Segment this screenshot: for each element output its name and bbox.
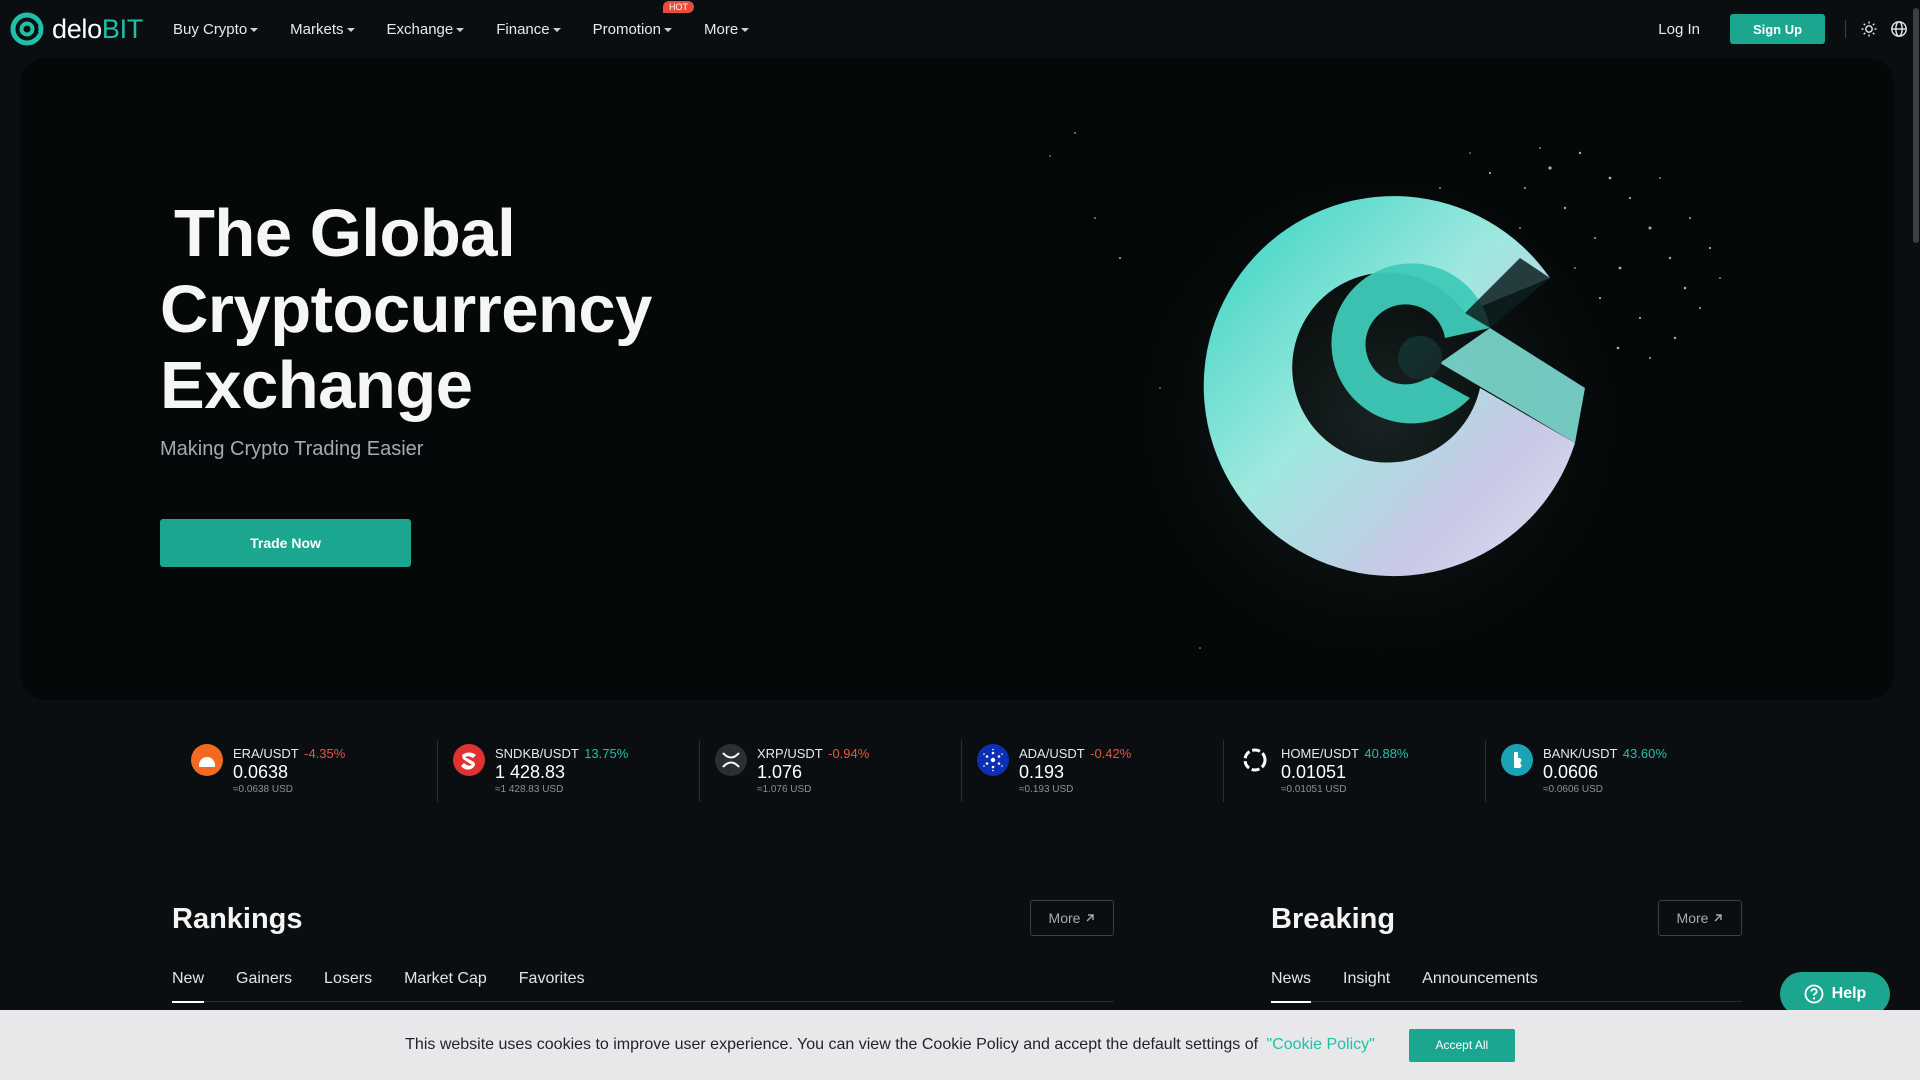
chevron-down-icon	[250, 27, 259, 32]
hero-subtitle: Making Crypto Trading Easier	[160, 438, 424, 460]
ticker-change: 43.60%	[1622, 746, 1667, 761]
nav-divider	[1845, 20, 1846, 38]
tab-insight[interactable]: Insight	[1343, 968, 1390, 1002]
ticker-usd-value: ≈0.0606 USD	[1543, 784, 1603, 795]
arrow-up-right-icon	[1714, 914, 1723, 922]
cookie-consent-bar: This website uses cookies to improve use…	[0, 1010, 1920, 1080]
more-label: More	[1048, 910, 1081, 926]
tab-new[interactable]: New	[172, 968, 205, 1003]
nav-actions: Log In Sign Up	[1658, 14, 1920, 44]
cookie-message: This website uses cookies to improve use…	[405, 1036, 1259, 1053]
chevron-down-icon	[741, 27, 750, 32]
hero-title-line-3: Exchange	[160, 348, 473, 423]
main-menu: Buy Crypto Markets Exchange Finance Prom…	[173, 0, 781, 38]
hero-title-line-2: Cryptocurrency	[160, 272, 652, 347]
ticker-change: -4.35%	[304, 746, 346, 761]
ticker-price: 1.076	[757, 762, 803, 782]
ticker-price: 0.01051	[1281, 762, 1347, 782]
ticker-xrp[interactable]: XRP/USDT -0.94% 1.076 ≈1.076 USD	[699, 738, 962, 802]
brand-logo[interactable]: deloBIT	[10, 12, 143, 46]
ticker-change: 40.88%	[1364, 746, 1409, 761]
ticker-pair: ERA/USDT	[233, 746, 299, 761]
tab-announcements[interactable]: Announcements	[1422, 968, 1538, 1002]
arrow-up-right-icon	[1086, 914, 1095, 922]
top-navbar: deloBIT Buy Crypto Markets Exchange Fina…	[0, 0, 1920, 58]
ticker-pair: XRP/USDT	[757, 746, 823, 761]
ticker-pair: SNDKB/USDT	[495, 746, 579, 761]
era-coin-icon	[191, 744, 223, 776]
xrp-coin-icon	[715, 744, 747, 776]
rankings-more-button[interactable]: More	[1030, 900, 1114, 936]
chevron-down-icon	[552, 27, 561, 32]
ada-coin-icon	[977, 744, 1009, 776]
menu-buy-crypto[interactable]: Buy Crypto	[173, 21, 259, 38]
tab-losers[interactable]: Losers	[324, 968, 372, 1002]
tab-favorites[interactable]: Favorites	[519, 968, 585, 1002]
menu-finance[interactable]: Finance	[496, 21, 561, 38]
signup-button[interactable]: Sign Up	[1730, 14, 1825, 44]
chevron-down-icon	[663, 27, 672, 32]
theme-sun-icon[interactable]	[1860, 20, 1878, 38]
ticker-home[interactable]: HOME/USDT 40.88% 0.01051 ≈0.01051 USD	[1223, 738, 1486, 802]
market-ticker-strip: ERA/USDT -4.35% 0.0638 ≈0.0638 USD SNDKB…	[176, 738, 1751, 802]
ticker-usd-value: ≈0.0638 USD	[233, 784, 293, 795]
rankings-tabs: New Gainers Losers Market Cap Favorites	[172, 968, 1114, 1003]
tab-market-cap[interactable]: Market Cap	[404, 968, 487, 1002]
sndkb-coin-icon	[453, 744, 485, 776]
menu-exchange[interactable]: Exchange	[387, 21, 465, 38]
ticker-pair: HOME/USDT	[1281, 746, 1359, 761]
ticker-usd-value: ≈0.01051 USD	[1281, 784, 1347, 795]
breaking-title: Breaking	[1271, 903, 1396, 935]
cookie-text: This website uses cookies to improve use…	[405, 1036, 1375, 1054]
ticker-pair: BANK/USDT	[1543, 746, 1618, 761]
ticker-price: 0.193	[1019, 762, 1065, 782]
ticker-usd-value: ≈1 428.83 USD	[495, 784, 564, 795]
page-scrollbar[interactable]	[1912, 0, 1920, 1010]
home-coin-icon	[1243, 748, 1267, 772]
bank-coin-icon	[1501, 744, 1533, 776]
brand-name: deloBIT	[52, 13, 143, 44]
hero-title-line-1: The Global	[174, 196, 516, 271]
ticker-change: 13.75%	[584, 746, 629, 761]
cookie-policy-link[interactable]: "Cookie Policy"	[1267, 1036, 1375, 1053]
ticker-usd-value: ≈1.076 USD	[757, 784, 812, 795]
hero-title: The Global Cryptocurrency Exchange	[160, 196, 652, 424]
trade-now-button[interactable]: Trade Now	[160, 519, 411, 567]
breaking-tabs: News Insight Announcements	[1271, 968, 1742, 1003]
chevron-down-icon	[346, 27, 355, 32]
hero-banner: The Global Cryptocurrency Exchange Makin…	[20, 58, 1894, 700]
ticker-change: -0.42%	[1090, 746, 1132, 761]
ticker-change: -0.94%	[828, 746, 870, 761]
rankings-title: Rankings	[172, 903, 303, 935]
ticker-sndkb[interactable]: SNDKB/USDT 13.75% 1 428.83 ≈1 428.83 USD	[437, 738, 700, 802]
tab-gainers[interactable]: Gainers	[236, 968, 292, 1002]
ticker-pair: ADA/USDT	[1019, 746, 1085, 761]
hot-badge: HOT	[662, 0, 694, 13]
login-link[interactable]: Log In	[1658, 21, 1700, 38]
ticker-era[interactable]: ERA/USDT -4.35% 0.0638 ≈0.0638 USD	[176, 738, 438, 802]
tab-news[interactable]: News	[1271, 968, 1312, 1003]
ticker-price: 1 428.83	[495, 762, 566, 782]
chevron-down-icon	[456, 27, 465, 32]
menu-markets[interactable]: Markets	[290, 21, 355, 38]
help-label: Help	[1831, 985, 1867, 1002]
delobit-logo-icon	[10, 12, 44, 46]
breaking-more-button[interactable]: More	[1658, 900, 1742, 936]
ticker-ada[interactable]: ADA/USDT -0.42% 0.193 ≈0.193 USD	[961, 738, 1224, 802]
ticker-bank[interactable]: BANK/USDT 43.60% 0.0606 ≈0.0606 USD	[1485, 738, 1748, 802]
accept-all-button[interactable]: Accept All	[1408, 1028, 1515, 1062]
menu-promotion[interactable]: Promotion HOT	[593, 0, 694, 38]
more-label: More	[1676, 910, 1709, 926]
hero-logo-3d-illustration	[1049, 132, 1721, 678]
question-circle-icon	[1804, 984, 1824, 1004]
menu-more[interactable]: More	[704, 21, 750, 38]
scrollbar-thumb[interactable]	[1913, 8, 1919, 243]
globe-language-icon[interactable]	[1890, 20, 1908, 38]
ticker-usd-value: ≈0.193 USD	[1019, 784, 1074, 795]
ticker-price: 0.0606	[1543, 762, 1599, 782]
ticker-price: 0.0638	[233, 762, 289, 782]
